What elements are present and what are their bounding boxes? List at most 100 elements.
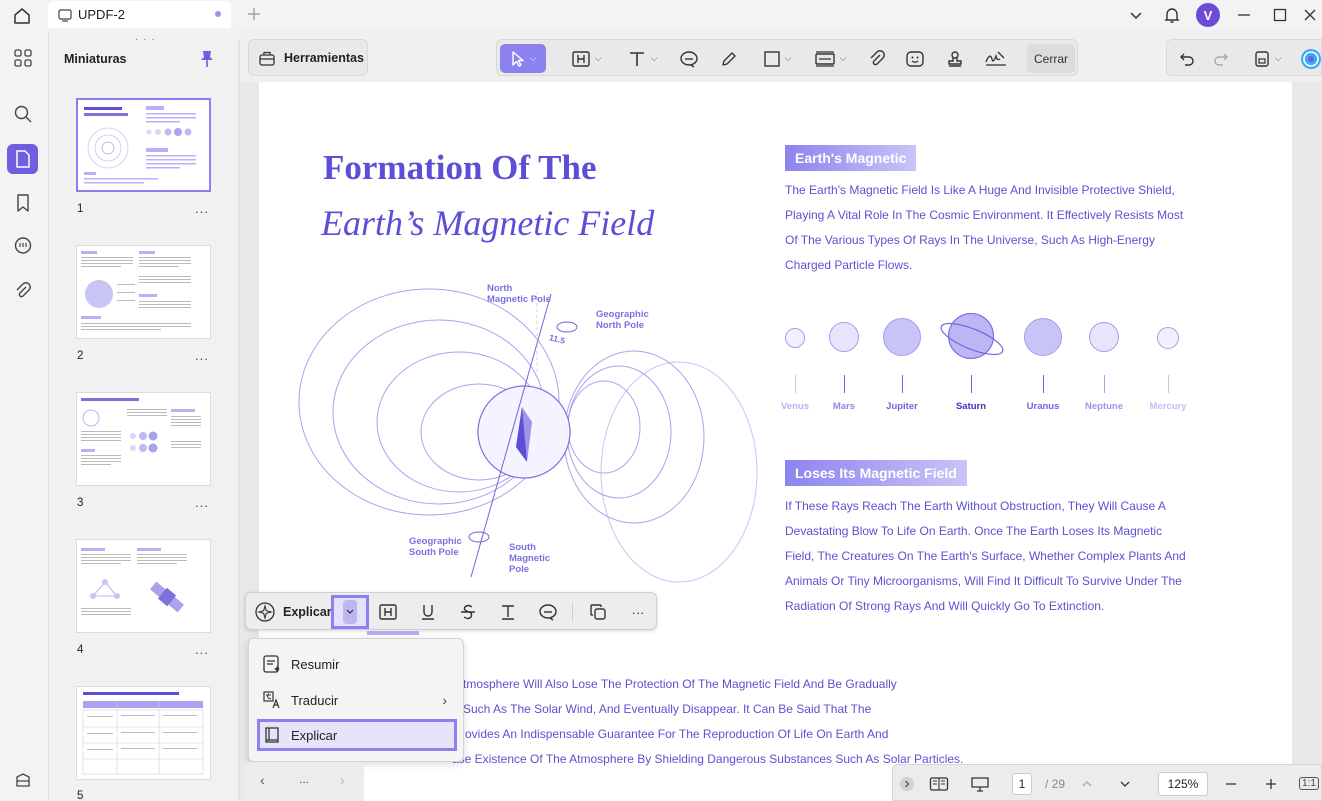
presentation-button[interactable] xyxy=(965,771,995,796)
cerrar-button[interactable]: Cerrar xyxy=(1027,44,1075,73)
thumbnail-page-1[interactable] xyxy=(76,98,211,192)
total-pages: / 29 xyxy=(1044,776,1065,791)
document-tab[interactable]: UPDF-2 xyxy=(48,1,231,28)
signature-icon xyxy=(985,51,1006,66)
next-button[interactable]: › xyxy=(340,772,345,788)
rail-thumbnails[interactable] xyxy=(7,43,38,73)
account-button[interactable]: V xyxy=(1190,0,1226,30)
zoom-in-button[interactable] xyxy=(1259,771,1283,796)
comment-tool[interactable] xyxy=(675,44,703,73)
panel-grip-icon[interactable]: · · · xyxy=(135,34,156,45)
actual-size-button[interactable]: 1:1 xyxy=(1297,771,1321,796)
toolbox-icon xyxy=(258,49,276,67)
translate-icon xyxy=(262,690,282,713)
thumbnail-page-5[interactable] xyxy=(76,686,211,780)
zoom-level[interactable]: 125% xyxy=(1157,771,1209,796)
planet-label: Jupiter xyxy=(886,401,918,412)
stamp-tool[interactable] xyxy=(941,44,969,73)
rail-layers[interactable] xyxy=(7,765,38,795)
planet-neptune xyxy=(1089,322,1119,352)
menu-item-traducir[interactable]: Traducir › xyxy=(257,684,457,716)
explicar-ai-button[interactable]: Explicar xyxy=(254,598,332,626)
planet-label: Neptune xyxy=(1085,401,1123,412)
herramientas-button[interactable]: Herramientas xyxy=(248,39,368,76)
menu-item-explicar[interactable]: Explicar xyxy=(257,719,457,751)
shape-tool[interactable]: ⌵ xyxy=(755,44,799,73)
saturn-ring-icon xyxy=(940,322,1004,356)
rail-comments[interactable] xyxy=(7,231,38,261)
pencil-tool[interactable] xyxy=(715,44,743,73)
bottom-left-controls: ‹ ... › xyxy=(244,762,364,801)
page-number-input[interactable]: 1 xyxy=(1011,771,1033,796)
textbox-tool[interactable]: ⌵ xyxy=(807,44,853,73)
section-paragraph: The Earth's Magnetic Field Is Like A Hug… xyxy=(785,183,1184,272)
tab-title: UPDF-2 xyxy=(78,7,125,22)
planet-label: Venus xyxy=(781,401,809,412)
comment-button[interactable] xyxy=(534,598,562,626)
redo-button[interactable] xyxy=(1207,44,1235,73)
zoom-out-button[interactable] xyxy=(1219,771,1243,796)
close-icon xyxy=(1304,9,1316,21)
thumbnail-page-number: 4 xyxy=(77,644,84,656)
ai-options-dropdown[interactable] xyxy=(331,595,369,629)
thumbnail-page-2[interactable] xyxy=(76,245,211,339)
thumbnail-more-button[interactable]: ... xyxy=(195,348,209,363)
thumbnail-more-button[interactable]: ... xyxy=(195,495,209,510)
page-up-button[interactable] xyxy=(1077,771,1097,796)
plus-icon xyxy=(1266,778,1276,789)
thumbnail-preview xyxy=(84,106,196,184)
home-button[interactable] xyxy=(8,4,36,28)
undo-button[interactable] xyxy=(1173,44,1201,73)
stamp-icon xyxy=(948,50,962,67)
save-button[interactable]: ⌵ xyxy=(1247,44,1287,73)
undo-icon xyxy=(1180,53,1194,66)
page-down-button[interactable] xyxy=(1115,771,1135,796)
minimize-button[interactable] xyxy=(1226,0,1262,30)
annotation-toolbar: ⌵ ⌵ ⌵ ⌵ ⌵ Cerrar xyxy=(496,39,1078,76)
rail-bookmarks[interactable] xyxy=(7,188,38,218)
rail-pages[interactable] xyxy=(7,144,38,174)
maximize-button[interactable] xyxy=(1262,0,1298,30)
underline-button[interactable] xyxy=(414,598,442,626)
text-button[interactable] xyxy=(494,598,522,626)
more-button[interactable]: ... xyxy=(299,772,309,786)
menu-item-resumir[interactable]: Resumir xyxy=(257,648,457,680)
close-window-button[interactable] xyxy=(1298,0,1322,30)
pin-button[interactable] xyxy=(199,50,215,73)
planet-label: Mercury xyxy=(1149,401,1187,412)
book-icon xyxy=(262,725,282,748)
sticker-tool[interactable] xyxy=(901,44,929,73)
notifications-button[interactable] xyxy=(1154,0,1190,30)
rail-attachments[interactable] xyxy=(7,276,38,306)
attachment-tool[interactable] xyxy=(863,44,891,73)
thumbnail-page-3[interactable] xyxy=(76,392,211,486)
more-options-button[interactable]: ··· xyxy=(624,598,652,626)
collapse-button[interactable] xyxy=(899,771,915,796)
more-icon: ··· xyxy=(631,604,645,620)
divider xyxy=(572,602,573,622)
highlight-icon xyxy=(571,50,590,67)
strikethrough-button[interactable] xyxy=(454,598,482,626)
copy-button[interactable] xyxy=(584,598,612,626)
herramientas-label: Herramientas xyxy=(284,50,364,65)
signature-tool[interactable] xyxy=(981,44,1011,73)
rail-search[interactable] xyxy=(7,99,38,129)
page-scrollbar[interactable] xyxy=(1311,82,1317,801)
chevron-down-icon xyxy=(1130,12,1142,20)
highlight-tool[interactable]: ⌵ xyxy=(563,44,609,73)
add-tab-button[interactable] xyxy=(244,3,264,25)
ai-assistant-button[interactable] xyxy=(1297,44,1322,73)
tabs-dropdown-button[interactable] xyxy=(1118,0,1154,30)
reading-mode-button[interactable] xyxy=(925,771,953,796)
thumbnail-page-4[interactable] xyxy=(76,539,211,633)
text-tool[interactable]: ⌵ xyxy=(619,44,665,73)
prev-button[interactable]: ‹ xyxy=(260,772,265,788)
comment-icon xyxy=(14,237,31,254)
select-icon xyxy=(511,50,524,67)
planet-uranus xyxy=(1024,318,1062,356)
thumbnail-more-button[interactable]: ... xyxy=(195,201,209,216)
select-tool[interactable]: ⌵ xyxy=(500,44,546,73)
chevron-up-icon xyxy=(1082,780,1092,786)
highlight-button[interactable] xyxy=(374,598,402,626)
thumbnail-more-button[interactable]: ... xyxy=(195,642,209,657)
